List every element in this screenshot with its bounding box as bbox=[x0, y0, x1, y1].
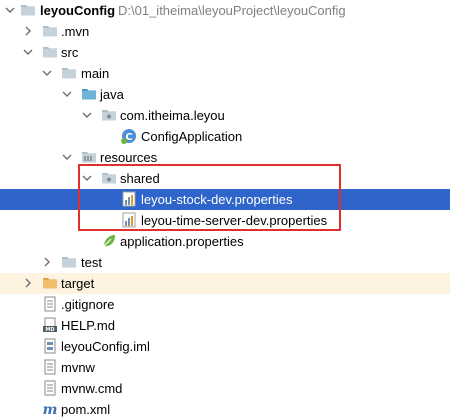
folder-icon bbox=[20, 2, 36, 18]
tree-item-test[interactable]: test bbox=[0, 252, 450, 273]
svg-text:MD: MD bbox=[45, 327, 54, 333]
source-folder-icon bbox=[81, 86, 97, 102]
tree-item-shared[interactable]: shared bbox=[0, 168, 450, 189]
folder-icon bbox=[61, 65, 77, 81]
svg-text:m: m bbox=[43, 402, 58, 417]
text-file-icon bbox=[42, 380, 58, 396]
chevron-down-icon[interactable] bbox=[81, 172, 93, 184]
tree-item-src[interactable]: src bbox=[0, 42, 450, 63]
tree-item-label: leyou-time-server-dev.properties bbox=[141, 213, 328, 228]
tree-item-label: resources bbox=[100, 150, 158, 165]
project-tree: leyouConfig D:\01_itheima\leyouProject\l… bbox=[0, 0, 450, 420]
spring-class-icon: C bbox=[121, 128, 137, 144]
chevron-down-icon[interactable] bbox=[22, 46, 34, 58]
tree-item-stock-properties[interactable]: leyou-stock-dev.properties bbox=[0, 189, 450, 210]
folder-icon bbox=[101, 170, 117, 186]
tree-item-gitignore[interactable]: .gitignore bbox=[0, 294, 450, 315]
folder-icon bbox=[61, 254, 77, 270]
tree-item-label: leyou-stock-dev.properties bbox=[141, 192, 293, 207]
chevron-down-icon[interactable] bbox=[4, 4, 16, 16]
tree-item-mvn[interactable]: .mvn bbox=[0, 21, 450, 42]
properties-file-icon bbox=[121, 191, 137, 207]
tree-item-label: com.itheima.leyou bbox=[120, 108, 225, 123]
folder-icon bbox=[42, 44, 58, 60]
project-name: leyouConfig bbox=[40, 3, 116, 18]
tree-item-help-md[interactable]: MD HELP.md bbox=[0, 315, 450, 336]
tree-item-time-properties[interactable]: leyou-time-server-dev.properties bbox=[0, 210, 450, 231]
tree-item-label: .mvn bbox=[61, 24, 90, 39]
chevron-right-icon[interactable] bbox=[41, 256, 53, 268]
tree-item-label: HELP.md bbox=[61, 318, 115, 333]
tree-item-label: .gitignore bbox=[61, 297, 115, 312]
chevron-down-icon[interactable] bbox=[41, 67, 53, 79]
tree-item-resources[interactable]: resources bbox=[0, 147, 450, 168]
tree-item-target[interactable]: target bbox=[0, 273, 450, 294]
tree-item-label: leyouConfig.iml bbox=[61, 339, 150, 354]
tree-item-iml[interactable]: leyouConfig.iml bbox=[0, 336, 450, 357]
markdown-file-icon: MD bbox=[42, 317, 58, 333]
tree-item-label: mvnw.cmd bbox=[61, 381, 123, 396]
tree-item-label: test bbox=[81, 255, 102, 270]
tree-item-label: shared bbox=[120, 171, 160, 186]
chevron-down-icon[interactable] bbox=[61, 88, 73, 100]
tree-item-java[interactable]: java bbox=[0, 84, 450, 105]
chevron-right-icon[interactable] bbox=[22, 277, 34, 289]
chevron-down-icon[interactable] bbox=[61, 151, 73, 163]
spring-properties-icon bbox=[101, 233, 117, 249]
resources-folder-icon bbox=[81, 149, 97, 165]
text-file-icon bbox=[42, 296, 58, 312]
tree-item-pom[interactable]: m pom.xml bbox=[0, 399, 450, 420]
tree-item-mvnw[interactable]: mvnw bbox=[0, 357, 450, 378]
text-file-icon bbox=[42, 359, 58, 375]
tree-item-label: main bbox=[81, 66, 110, 81]
maven-icon: m bbox=[42, 401, 58, 418]
tree-item-label: target bbox=[61, 276, 95, 291]
module-file-icon bbox=[42, 338, 58, 354]
tree-item-mvnw-cmd[interactable]: mvnw.cmd bbox=[0, 378, 450, 399]
tree-item-label: java bbox=[100, 87, 124, 102]
tree-item-label: mvnw bbox=[61, 360, 95, 375]
package-icon bbox=[101, 107, 117, 123]
tree-item-package[interactable]: com.itheima.leyou bbox=[0, 105, 450, 126]
excluded-folder-icon bbox=[42, 275, 58, 291]
chevron-down-icon[interactable] bbox=[81, 109, 93, 121]
tree-item-label: ConfigApplication bbox=[141, 129, 243, 144]
tree-item-application-properties[interactable]: application.properties bbox=[0, 231, 450, 252]
properties-file-icon bbox=[121, 212, 137, 228]
project-path: D:\01_itheima\leyouProject\leyouConfig bbox=[118, 3, 346, 18]
folder-icon bbox=[42, 23, 58, 39]
tree-item-project-root[interactable]: leyouConfig D:\01_itheima\leyouProject\l… bbox=[0, 0, 450, 21]
chevron-right-icon[interactable] bbox=[22, 25, 34, 37]
tree-item-label: pom.xml bbox=[61, 402, 111, 417]
tree-item-label: application.properties bbox=[120, 234, 244, 249]
tree-item-label: src bbox=[61, 45, 79, 60]
tree-item-config-application[interactable]: C ConfigApplication bbox=[0, 126, 450, 147]
tree-item-main[interactable]: main bbox=[0, 63, 450, 84]
